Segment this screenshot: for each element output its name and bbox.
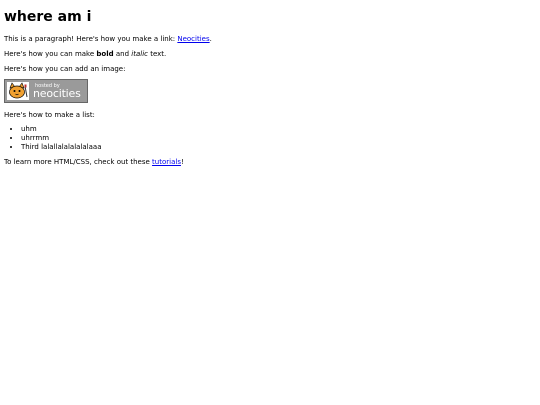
outro-prefix: To learn more HTML/CSS, check out these (4, 158, 153, 166)
neocities-link[interactable]: Neocities (177, 35, 209, 43)
bold-text: bold (96, 50, 114, 58)
outro-suffix: ! (180, 158, 184, 166)
paragraph-list-intro: Here's how to make a list: (4, 111, 95, 119)
neocities-cat-icon (7, 82, 29, 100)
list-item: Third lalallalalalalalaaa (21, 143, 536, 152)
formatting-prefix: Here's how you can make (4, 50, 97, 58)
paragraph-link: This is a paragraph! Here's how you make… (4, 35, 536, 44)
italic-text: italic (131, 50, 148, 58)
list-item: uhm (21, 125, 536, 134)
badge-neocities-text: neocities (33, 87, 81, 100)
page: where am i This is a paragraph! Here's h… (0, 0, 540, 405)
example-list: uhm uhrrmm Third lalallalalalalalaaa (4, 125, 536, 152)
formatting-middle: and (113, 50, 132, 58)
paragraph-suffix: . (209, 35, 212, 43)
hosted-by-neocities-badge: hosted by neocities (4, 79, 88, 103)
list-item: uhrrmm (21, 134, 536, 143)
paragraph-image-intro: Here's how you can add an image: (4, 65, 126, 73)
paragraph-text: This is a paragraph! Here's how you make… (4, 35, 178, 43)
page-title: where am i (4, 9, 92, 25)
tutorials-link[interactable]: tutorials (152, 158, 181, 166)
paragraph-formatting: Here's how you can make bold and italic … (4, 50, 536, 59)
formatting-suffix: text. (147, 50, 167, 58)
paragraph-outro: To learn more HTML/CSS, check out these … (4, 158, 536, 167)
